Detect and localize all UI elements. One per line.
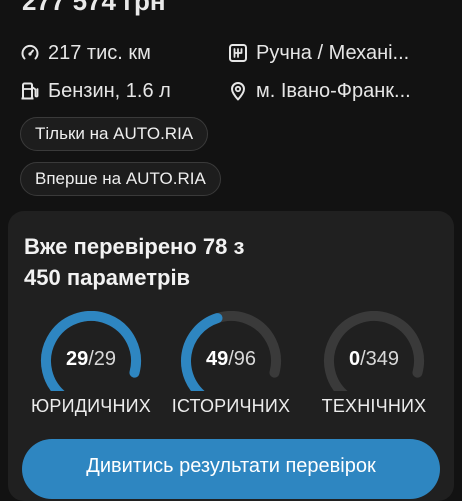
- view-check-results-button[interactable]: Дивитись результати перевірок: [22, 439, 440, 499]
- specs-row-1: 217 тис. км Ручна / Механі...: [20, 34, 450, 72]
- check-card: Вже перевірено 78 з 450 параметрів 29/29…: [8, 211, 454, 501]
- gauge-legal-total: /29: [88, 348, 117, 370]
- specs-row-2: Бензин, 1.6 л м. Івано-Франк...: [20, 72, 450, 110]
- gauge-history-value: 49/96: [171, 348, 291, 371]
- spec-fuel: Бензин, 1.6 л: [20, 80, 228, 103]
- check-card-title: Вже перевірено 78 з 450 параметрів: [24, 231, 354, 293]
- gauge-legal-label: ЮРИДИЧНИХ: [31, 396, 151, 416]
- transmission-text: Ручна / Механі...: [256, 41, 410, 64]
- gearbox-icon: [229, 44, 247, 62]
- gauge-history-total: /96: [228, 348, 257, 370]
- chip-only-on-autoria[interactable]: Тільки на AUTO.RIA: [20, 117, 209, 151]
- spec-mileage: 217 тис. км: [20, 42, 228, 65]
- gauge-legal-checked: 29: [65, 348, 89, 370]
- gauge-legal-value: 29/29: [31, 348, 151, 371]
- speedometer-icon: [21, 44, 39, 60]
- fuel-text: Бензин, 1.6 л: [48, 79, 171, 102]
- gauge-technical-value: 0/349: [314, 348, 434, 371]
- gauge-technical-total: /349: [360, 348, 400, 370]
- gauge-history-label: ІСТОРИЧНИХ: [171, 396, 291, 416]
- gauge-technical-checked: 0: [348, 348, 361, 370]
- gauge-technical-label: ТЕХНІЧНИХ: [321, 396, 427, 416]
- check-title-line-2: 450 параметрів: [24, 265, 191, 290]
- chip-first-on-autoria[interactable]: Вперше на AUTO.RIA: [20, 162, 221, 196]
- specs-grid: 217 тис. км Ручна / Механі... Бензин, 1.…: [20, 34, 450, 110]
- location-text: м. Івано-Франк...: [256, 79, 411, 102]
- price: 277 574 грн: [22, 0, 166, 16]
- fuel-pump-icon: [21, 82, 39, 100]
- check-title-line-1: Вже перевірено 78 з: [24, 234, 245, 259]
- spec-location: м. Івано-Франк...: [228, 80, 450, 103]
- location-pin-icon: [231, 82, 245, 101]
- gauge-history-checked: 49: [205, 348, 229, 370]
- mileage-text: 217 тис. км: [48, 41, 151, 64]
- spec-transmission: Ручна / Механі...: [228, 42, 450, 65]
